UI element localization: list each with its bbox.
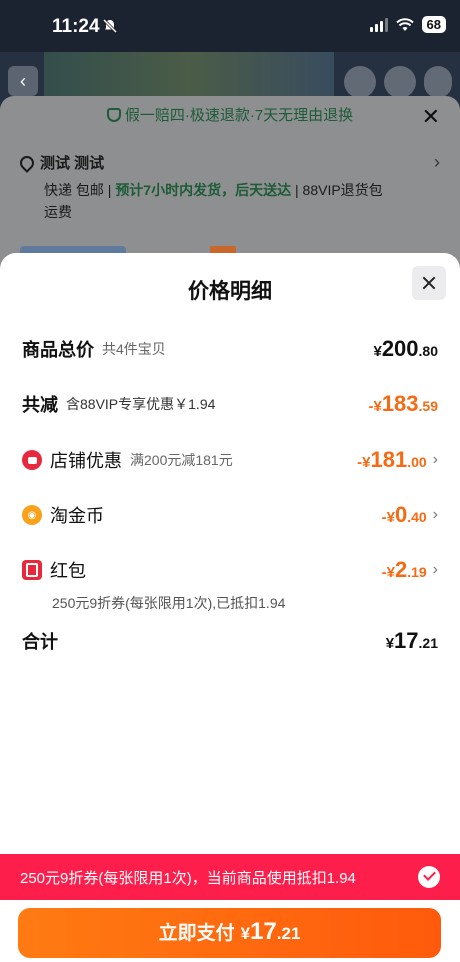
- check-icon[interactable]: [418, 866, 440, 888]
- close-icon[interactable]: ✕: [422, 104, 440, 130]
- shop-icon: [22, 450, 42, 470]
- sum-amount: ¥17.21: [385, 628, 438, 653]
- share-button[interactable]: [344, 66, 376, 98]
- chevron-right-icon: ›: [434, 152, 440, 172]
- row-goods-total: 商品总价 共4件宝贝 ¥200.80: [22, 336, 438, 361]
- chevron-right-icon: ›: [432, 561, 438, 578]
- guarantee-banner: 假一赔四·极速退款·7天无理由退换: [0, 104, 460, 125]
- sheet-title: 价格明细: [188, 280, 272, 303]
- bell-muted-icon: [102, 18, 118, 34]
- coin-amount: -¥ 0.40: [381, 502, 427, 527]
- cart-button[interactable]: [384, 66, 416, 98]
- red-packet-note: 250元9折券(每张限用1次),已抵扣1.94: [52, 595, 286, 611]
- coin-icon: ◉: [22, 505, 42, 525]
- coupon-promo-text: 250元9折券(每张限用1次)，当前商品使用抵扣1.94: [20, 869, 356, 887]
- pay-now-button[interactable]: 立即支付 ¥ 17 .21: [18, 908, 441, 958]
- status-bar: 11:24 68: [0, 0, 460, 52]
- row-shop-discount[interactable]: 店铺优惠 满200元减181元 -¥ 181.00 ›: [22, 445, 438, 475]
- address-row[interactable]: 测试 测试 快递 包邮 | 预计7小时内发货，后天送达 | 88VIP退货包 运…: [17, 152, 440, 223]
- coupon-promo-bar[interactable]: 250元9折券(每张限用1次)，当前商品使用抵扣1.94: [0, 854, 460, 900]
- row-red-packet[interactable]: 红包 -¥ 2.19 ›: [22, 555, 438, 585]
- red-packet-amount: -¥ 2.19: [381, 557, 427, 582]
- location-pin-icon: [17, 152, 37, 173]
- wifi-icon: [395, 17, 414, 31]
- reduction-amount: -¥ 183.59: [368, 391, 438, 416]
- red-packet-icon: [22, 560, 42, 580]
- price-detail-sheet: 价格明细 商品总价 共4件宝贝 ¥200.80 共减 含88VIP专享优惠￥1.…: [0, 253, 460, 962]
- back-button[interactable]: ‹: [8, 66, 38, 96]
- battery-indicator: 68: [421, 16, 446, 33]
- goods-total-amount: ¥200.80: [373, 336, 438, 361]
- close-button[interactable]: [412, 266, 446, 300]
- more-button[interactable]: [424, 66, 452, 98]
- status-time: 11:24: [52, 16, 100, 37]
- chevron-right-icon: ›: [432, 506, 438, 523]
- order-sheet-background: 假一赔四·极速退款·7天无理由退换 ✕ 测试 测试 快递 包邮 | 预计7小时内…: [0, 96, 460, 266]
- shipping-info: 快递 包邮 | 预计7小时内发货，后天送达 | 88VIP退货包 运费: [44, 182, 383, 220]
- signal-icon: [369, 17, 388, 32]
- row-taojinbi[interactable]: ◉ 淘金币 -¥ 0.40 ›: [22, 500, 438, 530]
- shield-icon: [106, 108, 121, 122]
- row-total-reduction: 共减 含88VIP专享优惠￥1.94 -¥ 183.59: [22, 391, 438, 416]
- chevron-right-icon: ›: [432, 451, 438, 468]
- status-indicators: 68: [369, 16, 446, 33]
- shop-discount-amount: -¥ 181.00: [357, 447, 427, 472]
- row-sum: 合计 ¥17.21: [22, 628, 438, 653]
